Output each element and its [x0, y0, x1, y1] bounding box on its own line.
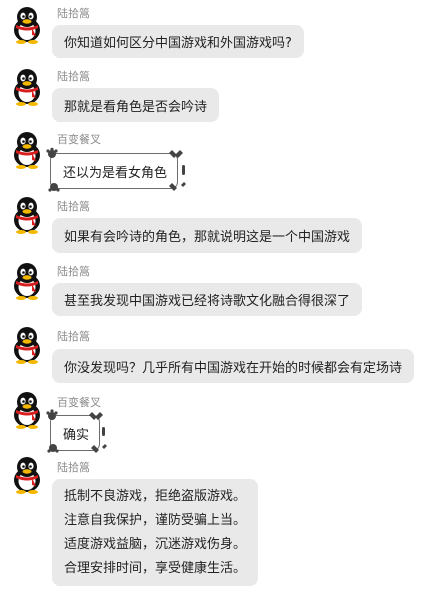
message-text: 如果有会吟诗的角色，那就说明这是一个中国游戏 [64, 230, 351, 245]
qq-penguin-avatar-icon[interactable] [10, 456, 44, 494]
cat-paw-bubble-frame-icon [46, 147, 186, 192]
qq-penguin-avatar-icon[interactable] [10, 131, 44, 169]
sender-name: 百变餐叉 [57, 133, 101, 146]
message-bubble[interactable]: 甚至我发现中国游戏已经将诗歌文化融合得很深了 [52, 283, 363, 316]
sender-name: 陆拾篙 [57, 330, 90, 343]
cat-paw-bubble-frame-icon [46, 409, 107, 453]
qq-penguin-avatar-icon[interactable] [10, 68, 44, 106]
message-text: 你知道如何区分中国游戏和外国游戏吗? [64, 36, 292, 51]
message-text-line: 注意自我保护，谨防受骗上当。 [64, 512, 247, 528]
sender-name: 陆拾篙 [57, 7, 90, 20]
message-text: 那就是看角色是否会吟诗 [64, 99, 208, 115]
qq-penguin-avatar-icon[interactable] [10, 262, 44, 300]
message-text-line: 抵制不良游戏，拒绝盗版游戏。 [64, 488, 247, 504]
message-text-line: 合理安排时间，享受健康生活。 [64, 560, 247, 576]
message-bubble[interactable]: 那就是看角色是否会吟诗 [52, 88, 220, 122]
sender-name: 陆拾篙 [57, 265, 90, 278]
qq-penguin-avatar-icon[interactable] [10, 391, 44, 429]
message-bubble[interactable]: 抵制不良游戏，拒绝盗版游戏。 注意自我保护，谨防受骗上当。 适度游戏益脑，沉迷游… [52, 479, 259, 586]
sender-name: 陆拾篙 [57, 70, 90, 83]
sender-name: 陆拾篙 [57, 200, 90, 213]
qq-penguin-avatar-icon[interactable] [10, 196, 44, 234]
sender-name: 陆拾篙 [57, 461, 90, 474]
message-bubble[interactable]: 你知道如何区分中国游戏和外国游戏吗? [52, 25, 304, 58]
qq-penguin-avatar-icon[interactable] [10, 326, 44, 364]
qq-penguin-avatar-icon[interactable] [10, 6, 44, 44]
message-text-line: 适度游戏益脑，沉迷游戏伤身。 [64, 536, 247, 552]
message-text: 你没发现吗？几乎所有中国游戏在开始的时候都会有定场诗 [64, 360, 403, 376]
message-text: 甚至我发现中国游戏已经将诗歌文化融合得很深了 [64, 294, 351, 309]
message-bubble[interactable]: 如果有会吟诗的角色，那就说明这是一个中国游戏 [52, 218, 363, 253]
message-bubble[interactable]: 你没发现吗？几乎所有中国游戏在开始的时候都会有定场诗 [52, 349, 415, 383]
chat-log: 陆拾篙 你知道如何区分中国游戏和外国游戏吗? 陆拾篙 那就是看角色是否会吟诗 百… [0, 0, 429, 590]
